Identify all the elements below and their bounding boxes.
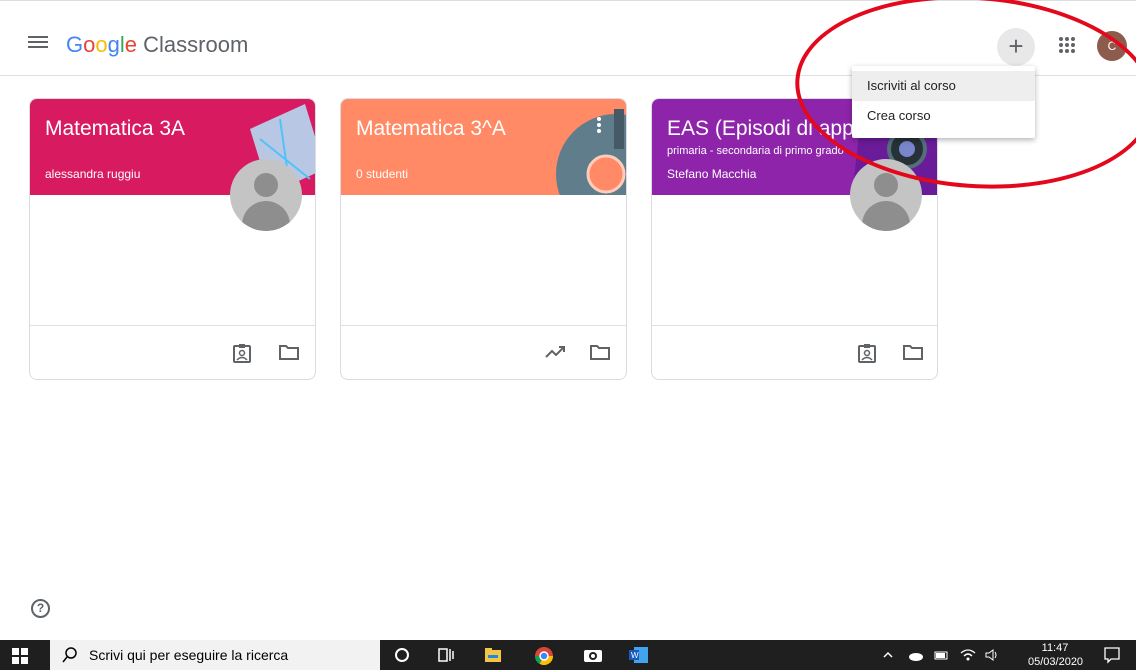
wifi-icon[interactable] <box>960 648 978 666</box>
create-join-button[interactable]: + <box>997 28 1035 66</box>
clock-date[interactable]: 05/03/2020 <box>1028 656 1083 668</box>
course-card[interactable]: EAS (Episodi di appr primaria - secondar… <box>651 98 938 380</box>
show-hidden-icons-icon[interactable] <box>882 648 900 666</box>
main-menu-icon[interactable] <box>28 36 48 52</box>
windows-taskbar: Scrivi qui per eseguire la ricerca W 11:… <box>0 640 1136 670</box>
file-explorer-icon[interactable] <box>484 646 502 664</box>
course-teacher: alessandra ruggiu <box>45 167 141 181</box>
volume-icon[interactable] <box>984 648 1002 666</box>
windows-start-icon[interactable] <box>12 648 28 664</box>
battery-icon[interactable] <box>934 648 952 666</box>
course-card[interactable]: Matematica 3^A 0 studenti <box>340 98 627 380</box>
task-view-icon[interactable] <box>437 646 455 664</box>
folder-icon[interactable] <box>589 343 611 363</box>
onedrive-icon[interactable] <box>908 648 926 666</box>
course-card-footer <box>30 325 315 379</box>
create-join-menu: Iscriviti al corso Crea corso <box>852 66 1035 138</box>
app-logo[interactable]: Google Classroom <box>66 32 248 58</box>
course-title[interactable]: Matematica 3A <box>45 117 185 141</box>
search-icon <box>62 647 78 663</box>
logo-letter: o <box>95 32 108 57</box>
taskbar-search[interactable]: Scrivi qui per eseguire la ricerca <box>50 640 380 670</box>
taskbar-search-placeholder: Scrivi qui per eseguire la ricerca <box>89 647 289 663</box>
more-vert-icon[interactable] <box>597 117 601 138</box>
folder-icon[interactable] <box>278 343 300 363</box>
logo-letter: e <box>124 32 138 57</box>
folder-icon[interactable] <box>902 343 924 363</box>
cortana-icon[interactable] <box>393 646 411 664</box>
chrome-icon[interactable] <box>534 646 553 666</box>
menu-item-create-class[interactable]: Crea corso <box>852 101 1035 131</box>
product-name: Classroom <box>143 32 249 57</box>
course-card-footer <box>341 325 626 379</box>
account-avatar[interactable]: C <box>1097 31 1127 61</box>
course-card-footer <box>652 325 937 379</box>
logo-letter: G <box>66 32 84 57</box>
google-wordmark: Google <box>66 32 137 57</box>
word-icon[interactable]: W <box>629 646 648 664</box>
trending-up-icon[interactable] <box>544 343 566 363</box>
course-student-count: 0 studenti <box>356 167 409 181</box>
svg-text:W: W <box>631 651 639 660</box>
logo-letter: g <box>107 32 120 57</box>
course-title[interactable]: Matematica 3^A <box>356 117 506 141</box>
course-section: primaria - secondaria di primo grado <box>667 145 844 157</box>
logo-letter: o <box>83 32 96 57</box>
course-card-header[interactable]: Matematica 3^A 0 studenti <box>341 99 626 195</box>
teacher-avatar <box>230 159 302 231</box>
browser-top-edge <box>0 0 1136 1</box>
notifications-icon[interactable] <box>1103 646 1121 664</box>
course-teacher: Stefano Macchia <box>667 167 757 181</box>
menu-item-join-class[interactable]: Iscriviti al corso <box>852 71 1035 101</box>
course-title[interactable]: EAS (Episodi di appr <box>667 117 861 141</box>
camera-icon[interactable] <box>583 646 602 664</box>
course-card[interactable]: Matematica 3A alessandra ruggiu <box>29 98 316 380</box>
course-banner-illustration <box>556 109 626 195</box>
assignment-ind-icon[interactable] <box>233 343 255 363</box>
clock-time[interactable]: 11:47 <box>1028 642 1082 654</box>
teacher-avatar <box>850 159 922 231</box>
google-apps-icon[interactable] <box>1058 36 1076 54</box>
assignment-ind-icon[interactable] <box>858 343 880 363</box>
help-icon[interactable]: ? <box>31 599 50 618</box>
